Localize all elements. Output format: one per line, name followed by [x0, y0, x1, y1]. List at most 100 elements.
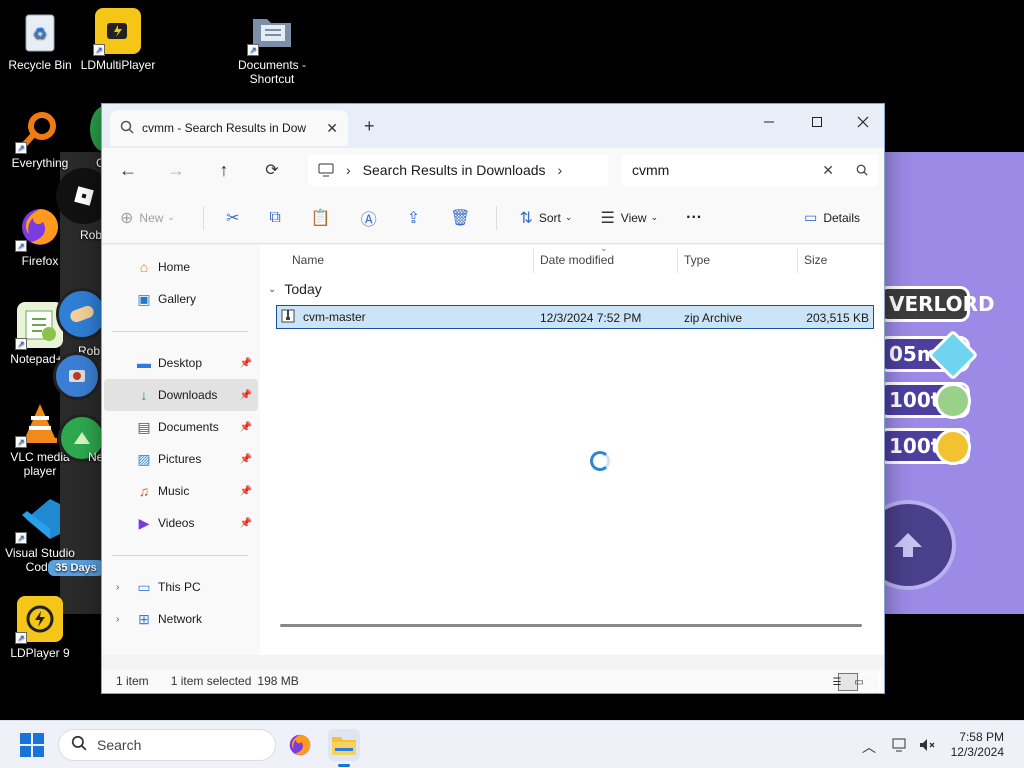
column-header-size[interactable]: Size [804, 253, 827, 273]
details-pane-icon: ▭ [804, 209, 818, 225]
sidebar-item-label: Downloads [158, 388, 218, 402]
sidebar-item-home[interactable]: ⌂ Home [104, 251, 258, 283]
sort-button[interactable]: ⇅ Sort ⌄ [519, 208, 572, 228]
column-divider[interactable] [533, 249, 534, 273]
horizontal-scrollbar[interactable] [280, 624, 862, 627]
volume-muted-icon[interactable] [918, 737, 936, 756]
table-row[interactable]: cvm-master 12/3/2024 7:52 PM zip Archive… [276, 305, 874, 329]
everything-search-icon: ↗ [15, 106, 63, 154]
sidebar-item-label: Music [158, 484, 190, 498]
cut-icon[interactable]: ✂ [226, 208, 239, 228]
view-label: View [620, 210, 647, 225]
game-gems-counter: 05m [878, 329, 979, 381]
desktop-icon-ldmultiplayer[interactable]: ↗ LDMultiPlayer [78, 8, 158, 72]
collapse-chevron-icon[interactable]: ⌄ [268, 284, 276, 295]
title-bar: cvmm - Search Results in Dow ✕ + [102, 104, 884, 148]
chevron-down-icon: ⌄ [650, 212, 659, 222]
home-icon: ⌂ [139, 259, 149, 275]
desktop-icon-ldplayer9[interactable]: ↗ LDPlayer 9 [0, 596, 80, 660]
tiles-view-button[interactable]: ▭ [854, 673, 880, 691]
breadcrumb[interactable]: Search Results in Downloads [363, 162, 546, 178]
tab-search-results[interactable]: cvmm - Search Results in Dow ✕ [110, 110, 348, 146]
ldmultiplayer-icon: ↗ [93, 8, 141, 56]
new-button[interactable]: ⊕ New ⌄ [120, 208, 175, 228]
sidebar-item-network[interactable]: › ⊞ Network [104, 603, 258, 635]
file-size: 203,515 KB [806, 311, 869, 325]
details-pane-button[interactable]: ▭ Details [804, 209, 860, 226]
expand-chevron-icon[interactable]: › [116, 614, 119, 625]
desktop-icon: ▬ [137, 355, 151, 371]
clear-search-icon[interactable]: ✕ [822, 162, 834, 179]
column-header-date-modified[interactable]: Date modified [540, 253, 614, 273]
back-button[interactable]: ← [104, 160, 152, 181]
new-tab-button[interactable]: + [364, 116, 375, 137]
start-button[interactable] [20, 733, 44, 757]
pin-icon[interactable]: 📌 [240, 390, 252, 401]
sidebar-item-gallery[interactable]: ▣ Gallery [104, 283, 258, 315]
sidebar-item-label: Pictures [158, 452, 202, 466]
taskbar-search[interactable]: Search [58, 729, 276, 761]
maximize-button[interactable] [794, 108, 840, 136]
share-icon[interactable]: ⇪ [407, 208, 420, 228]
more-options-button[interactable]: ··· [686, 209, 702, 227]
network-status-icon[interactable] [892, 737, 910, 756]
desktop-icon-label: LDMultiPlayer [80, 58, 156, 72]
vscode-icon: ↗ [15, 496, 63, 544]
search-input[interactable]: cvmm [632, 162, 822, 178]
game-coins-value-1: 100t [889, 388, 941, 412]
column-header-type[interactable]: Type [684, 253, 710, 273]
pin-icon[interactable]: 📌 [240, 422, 252, 433]
breadcrumb-chevron-icon[interactable]: › [558, 162, 563, 178]
column-divider[interactable] [797, 249, 798, 273]
column-divider[interactable] [677, 249, 678, 273]
minimize-button[interactable] [746, 108, 792, 136]
taskbar-file-explorer[interactable] [328, 729, 360, 767]
desktop-icon-camera-app[interactable] [52, 352, 102, 404]
sidebar-item-downloads[interactable]: ↓ Downloads 📌 [104, 379, 258, 411]
close-icon [857, 116, 869, 128]
zip-file-icon [281, 309, 299, 326]
show-hidden-icons-chevron[interactable]: ︿ [862, 737, 876, 757]
sidebar-item-music[interactable]: ♫ Music 📌 [104, 475, 258, 507]
desktop-icon-recycle-bin[interactable]: ♻ Recycle Bin [0, 8, 80, 72]
delete-icon[interactable]: 🗑 [450, 208, 470, 228]
pin-icon[interactable]: 📌 [240, 454, 252, 465]
pin-icon[interactable]: 📌 [240, 518, 252, 529]
game-coins-counter-1: 100t [878, 382, 971, 419]
search-icon[interactable] [856, 164, 868, 176]
close-window-button[interactable] [840, 108, 886, 136]
sidebar-item-label: Documents [158, 420, 219, 434]
pin-icon[interactable]: 📌 [240, 486, 252, 497]
more-options-icon: ··· [686, 208, 703, 226]
file-date-modified: 12/3/2024 7:52 PM [540, 311, 642, 325]
system-clock[interactable]: 7:58 PM 12/3/2024 [951, 730, 1004, 760]
address-bar[interactable]: › Search Results in Downloads › [308, 154, 608, 186]
sidebar-item-desktop[interactable]: ▬ Desktop 📌 [104, 347, 258, 379]
up-button[interactable]: ↑ [200, 160, 248, 181]
desktop-icon-documents-shortcut[interactable]: ↗ Documents - Shortcut [232, 8, 312, 86]
sidebar-item-videos[interactable]: ▶ Videos 📌 [104, 507, 258, 539]
group-header-today[interactable]: ⌄ Today [268, 281, 322, 297]
search-box[interactable]: cvmm ✕ [622, 154, 878, 186]
column-header-name[interactable]: Name [292, 253, 324, 273]
pin-icon[interactable]: 📌 [240, 358, 252, 369]
paste-icon[interactable]: 📋 [311, 208, 331, 228]
navigation-pane: ⌂ Home ▣ Gallery ▬ Desktop 📌 ↓ Downloads… [102, 245, 260, 655]
days-badge-text: 35 Days [48, 560, 104, 576]
pictures-icon: ▨ [137, 450, 151, 467]
camera-app-icon [53, 352, 101, 400]
ldplayer9-icon: ↗ [15, 596, 63, 644]
search-icon [71, 735, 87, 756]
expand-chevron-icon[interactable]: › [116, 582, 119, 593]
refresh-button[interactable]: ⟳ [248, 160, 296, 180]
sidebar-item-documents[interactable]: ▤ Documents 📌 [104, 411, 258, 443]
rename-icon[interactable]: Ⓐ [361, 206, 377, 230]
copy-icon[interactable]: ⧉ [269, 209, 280, 227]
sidebar-item-this-pc[interactable]: › ▭ This PC [104, 571, 258, 603]
view-button[interactable]: ☰ View ⌄ [600, 208, 658, 228]
taskbar-firefox[interactable] [284, 729, 316, 761]
status-bar: 1 item 1 item selected 198 MB ☰ ▭ [102, 669, 884, 693]
sidebar-item-pictures[interactable]: ▨ Pictures 📌 [104, 443, 258, 475]
close-tab-icon[interactable]: ✕ [326, 120, 338, 137]
forward-button[interactable]: → [152, 160, 200, 181]
